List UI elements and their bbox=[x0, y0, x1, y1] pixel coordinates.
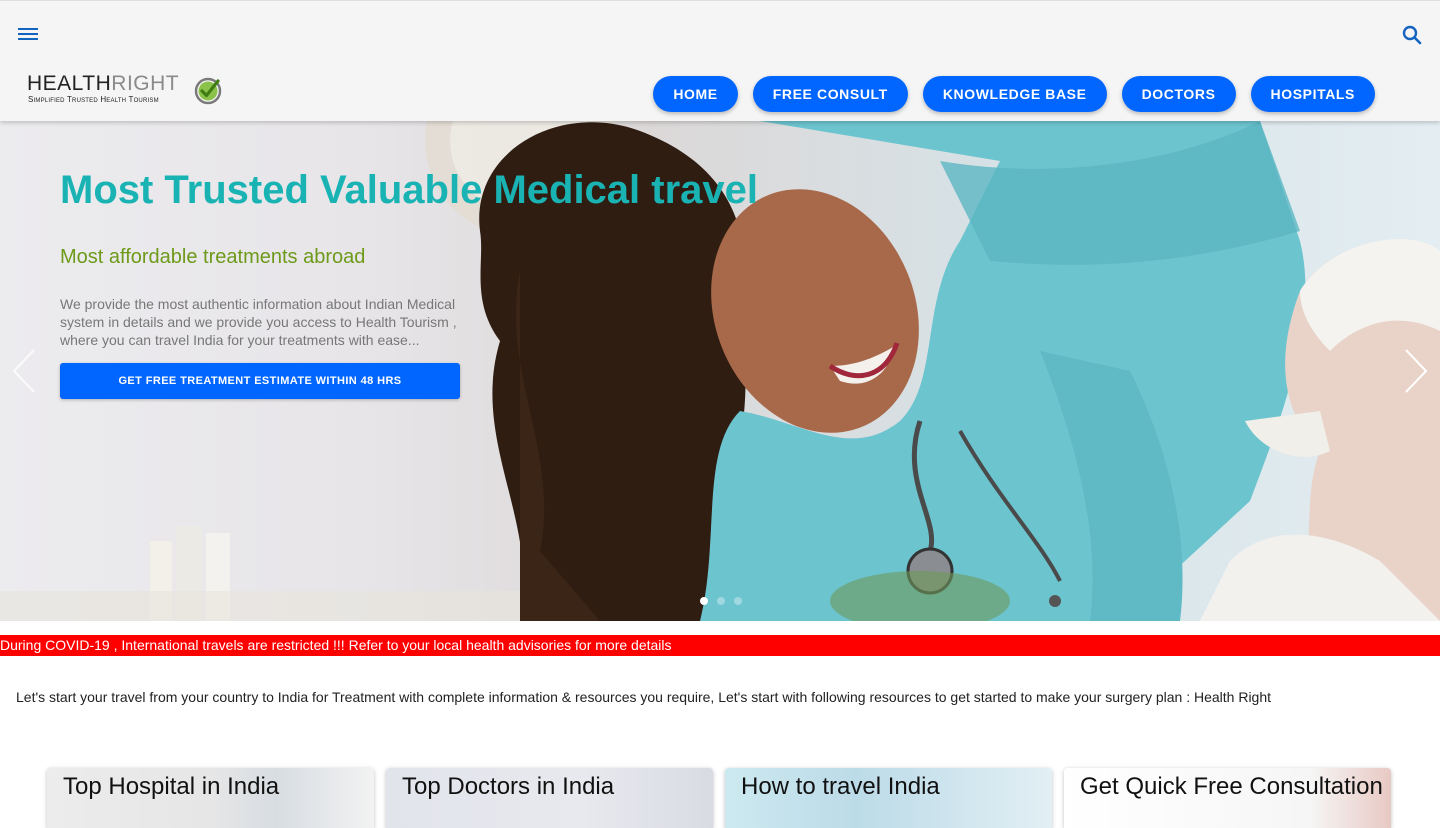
free-estimate-button[interactable]: GET FREE TREATMENT ESTIMATE WITHIN 48 HR… bbox=[60, 363, 460, 399]
main-nav: HOME FREE CONSULT KNOWLEDGE BASE DOCTORS… bbox=[653, 76, 1375, 112]
hero-description: We provide the most authentic informatio… bbox=[60, 296, 457, 348]
nav-hospitals-button[interactable]: HOSPITALS bbox=[1250, 76, 1375, 112]
card-title: Get Quick Free Consultation bbox=[1080, 773, 1383, 800]
logo-tagline: Simplified Trusted Health Tourism bbox=[28, 95, 159, 104]
hero-carousel: Most Trusted Valuable Medical travel Mos… bbox=[0, 121, 1440, 621]
site-logo[interactable]: HEALTHRIGHT Simplified Trusted Health To… bbox=[27, 73, 227, 109]
card-top-doctors[interactable]: Top Doctors in India bbox=[386, 768, 713, 828]
nav-doctors-button[interactable]: DOCTORS bbox=[1121, 76, 1236, 112]
carousel-dot-3[interactable] bbox=[734, 597, 742, 605]
carousel-prev-arrow-icon[interactable] bbox=[10, 346, 40, 396]
card-top-hospitals[interactable]: Top Hospital in India bbox=[47, 768, 374, 828]
top-app-bar: HEALTHRIGHT Simplified Trusted Health To… bbox=[0, 0, 1440, 121]
logo-wordmark: HEALTHRIGHT bbox=[27, 72, 180, 95]
hero-title: Most Trusted Valuable Medical travel bbox=[60, 168, 759, 212]
card-travel-india[interactable]: How to travel India bbox=[725, 768, 1052, 828]
nav-home-button[interactable]: HOME bbox=[653, 76, 738, 112]
carousel-next-arrow-icon[interactable] bbox=[1400, 346, 1430, 396]
card-free-consultation[interactable]: Get Quick Free Consultation bbox=[1064, 768, 1391, 828]
card-title: Top Hospital in India bbox=[63, 773, 280, 800]
hamburger-menu-icon[interactable] bbox=[17, 25, 39, 43]
checkmark-badge-icon bbox=[194, 77, 222, 105]
hero-subtitle: Most affordable treatments abroad bbox=[60, 246, 366, 268]
carousel-dot-1[interactable] bbox=[700, 597, 708, 605]
carousel-dot-2[interactable] bbox=[717, 597, 725, 605]
search-icon[interactable] bbox=[1400, 23, 1424, 47]
nav-knowledge-base-button[interactable]: KNOWLEDGE BASE bbox=[922, 76, 1107, 112]
nav-free-consult-button[interactable]: FREE CONSULT bbox=[752, 76, 908, 112]
card-title: Top Doctors in India bbox=[402, 773, 615, 800]
carousel-indicators bbox=[700, 597, 742, 605]
resource-cards: Top Hospital in India Top Doctors in Ind… bbox=[47, 768, 1391, 828]
card-title: How to travel India bbox=[741, 773, 940, 800]
covid-alert-banner: During COVID-19 , International travels … bbox=[0, 635, 1440, 656]
intro-text: Let's start your travel from your countr… bbox=[16, 689, 1272, 705]
